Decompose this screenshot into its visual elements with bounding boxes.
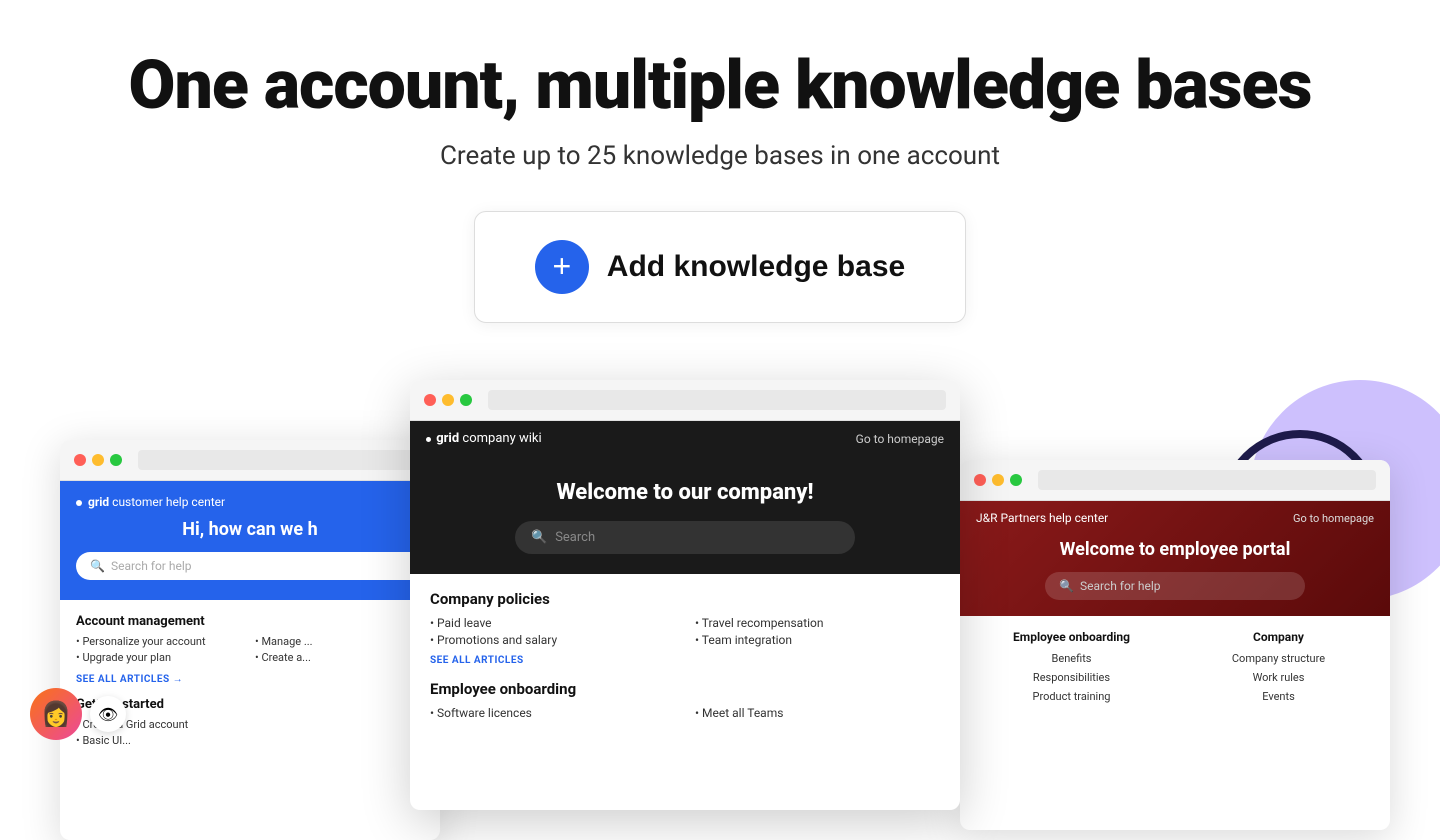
center-brand-type: company wiki — [462, 431, 541, 446]
left-brand-type: customer help center — [112, 495, 225, 509]
url-bar-center — [488, 390, 946, 410]
browser-chrome-right — [960, 460, 1390, 501]
right-col2-link-3: Events — [1183, 690, 1374, 703]
center-brand-bar: grid company wiki Go to homepage — [410, 421, 960, 456]
center-section2-title: Employee onboarding — [430, 680, 940, 698]
right-hero-title: Welcome to employee portal — [976, 539, 1374, 560]
right-col-onboarding: Employee onboarding Benefits Responsibil… — [976, 630, 1167, 709]
add-kb-label: Add knowledge base — [607, 250, 905, 284]
right-col2-title: Company — [1183, 630, 1374, 644]
center-link-3: • Promotions and salary — [430, 633, 675, 647]
url-bar-right — [1038, 470, 1376, 490]
left-section1-title: Account management — [76, 614, 424, 629]
left-search-bar[interactable]: 🔍 Search for help — [76, 552, 424, 580]
traffic-light-yellow-right — [992, 474, 1004, 486]
traffic-light-green-left — [110, 454, 122, 466]
left-link-2: • Manage ... — [255, 635, 424, 648]
traffic-light-yellow-left — [92, 454, 104, 466]
left-search-placeholder: Search for help — [111, 559, 192, 573]
right-col2-link-2: Work rules — [1183, 671, 1374, 684]
center-link-1: • Paid leave — [430, 616, 675, 630]
left-link2-2: • Basic UI... — [76, 734, 424, 747]
right-col-company: Company Company structure Work rules Eve… — [1183, 630, 1374, 709]
right-col2-link-1: Company structure — [1183, 652, 1374, 665]
right-brand: J&R Partners help center — [976, 511, 1108, 525]
right-brand-type: help center — [1049, 511, 1108, 525]
right-col1-link-1: Benefits — [976, 652, 1167, 665]
center-section2-links: • Software licences • Meet all Teams — [430, 706, 940, 720]
right-col1-link-3: Product training — [976, 690, 1167, 703]
right-browser-content: Employee onboarding Benefits Responsibil… — [960, 616, 1390, 723]
avatar: 👩 — [30, 688, 82, 740]
traffic-light-green-center — [460, 394, 472, 406]
plus-icon: + — [552, 250, 571, 282]
left-brand-name: grid — [88, 495, 109, 509]
right-nav-link[interactable]: Go to homepage — [1293, 512, 1374, 525]
center-hero: Welcome to our company! 🔍 Search — [410, 456, 960, 574]
browser-left: grid customer help center Hi, how can we… — [60, 440, 440, 840]
page-title: One account, multiple knowledge bases — [0, 48, 1440, 123]
hero-section: One account, multiple knowledge bases Cr… — [0, 0, 1440, 323]
search-icon-left: 🔍 — [90, 559, 105, 573]
right-browser-header: J&R Partners help center Go to homepage … — [960, 501, 1390, 616]
center-link2-1: • Software licences — [430, 706, 675, 720]
right-col1-link-2: Responsibilities — [976, 671, 1167, 684]
brand-dot — [76, 500, 82, 506]
center-search-bar[interactable]: 🔍 Search — [515, 521, 855, 554]
right-columns: Employee onboarding Benefits Responsibil… — [976, 630, 1374, 709]
right-brand-name: J&R Partners — [976, 511, 1046, 525]
left-link-4: • Create a... — [255, 651, 424, 664]
eye-symbol: 👁 — [98, 705, 118, 724]
center-search-placeholder: Search — [555, 530, 595, 545]
left-link2-1: • Create a Grid account — [76, 718, 424, 731]
center-section1-links: • Paid leave • Travel recompensation • P… — [430, 616, 940, 647]
url-bar-left — [138, 450, 426, 470]
center-link2-2: • Meet all Teams — [695, 706, 940, 720]
browser-chrome-center — [410, 380, 960, 421]
left-see-all[interactable]: SEE ALL ARTICLES → — [76, 674, 424, 685]
left-section1-links: • Personalize your account • Manage ... … — [76, 635, 424, 664]
right-col1-title: Employee onboarding — [976, 630, 1167, 644]
right-search-bar[interactable]: 🔍 Search for help — [1045, 572, 1305, 600]
browsers-container: grid customer help center Hi, how can we… — [0, 380, 1440, 810]
center-brand: grid company wiki — [426, 431, 542, 446]
left-link-1: • Personalize your account — [76, 635, 245, 648]
center-hero-title: Welcome to our company! — [430, 480, 940, 505]
center-content: Company policies • Paid leave • Travel r… — [410, 574, 960, 736]
traffic-light-red-center — [424, 394, 436, 406]
search-icon-right: 🔍 — [1059, 579, 1074, 593]
search-icon-center: 🔍 — [531, 530, 547, 545]
center-link-4: • Team integration — [695, 633, 940, 647]
traffic-light-yellow-center — [442, 394, 454, 406]
left-section2-title: Getting started — [76, 697, 424, 712]
browser-chrome-left — [60, 440, 440, 481]
left-brand: grid customer help center — [76, 495, 424, 509]
traffic-light-green-right — [1010, 474, 1022, 486]
left-link-3: • Upgrade your plan — [76, 651, 245, 664]
traffic-light-red-left — [74, 454, 86, 466]
left-hero-title: Hi, how can we h — [76, 519, 424, 540]
add-knowledge-base-button[interactable]: + Add knowledge base — [474, 211, 966, 323]
right-search-placeholder: Search for help — [1080, 579, 1161, 593]
center-link-2: • Travel recompensation — [695, 616, 940, 630]
page-subtitle: Create up to 25 knowledge bases in one a… — [0, 141, 1440, 171]
eye-icon[interactable]: 👁 — [90, 696, 126, 732]
traffic-light-red-right — [974, 474, 986, 486]
center-brand-name: grid — [436, 431, 459, 446]
center-nav-link[interactable]: Go to homepage — [856, 432, 944, 446]
center-see-all[interactable]: SEE ALL ARTICLES — [430, 655, 940, 666]
avatar-emoji: 👩 — [41, 700, 71, 728]
right-brand-row: J&R Partners help center Go to homepage — [976, 511, 1374, 525]
browser-right: J&R Partners help center Go to homepage … — [960, 460, 1390, 830]
center-brand-dot — [426, 437, 431, 442]
avatar-overlay: 👩 👁 — [30, 688, 126, 740]
center-section1-title: Company policies — [430, 590, 940, 608]
browser-center: grid company wiki Go to homepage Welcome… — [410, 380, 960, 810]
left-browser-header: grid customer help center Hi, how can we… — [60, 481, 440, 600]
plus-icon-circle: + — [535, 240, 589, 294]
